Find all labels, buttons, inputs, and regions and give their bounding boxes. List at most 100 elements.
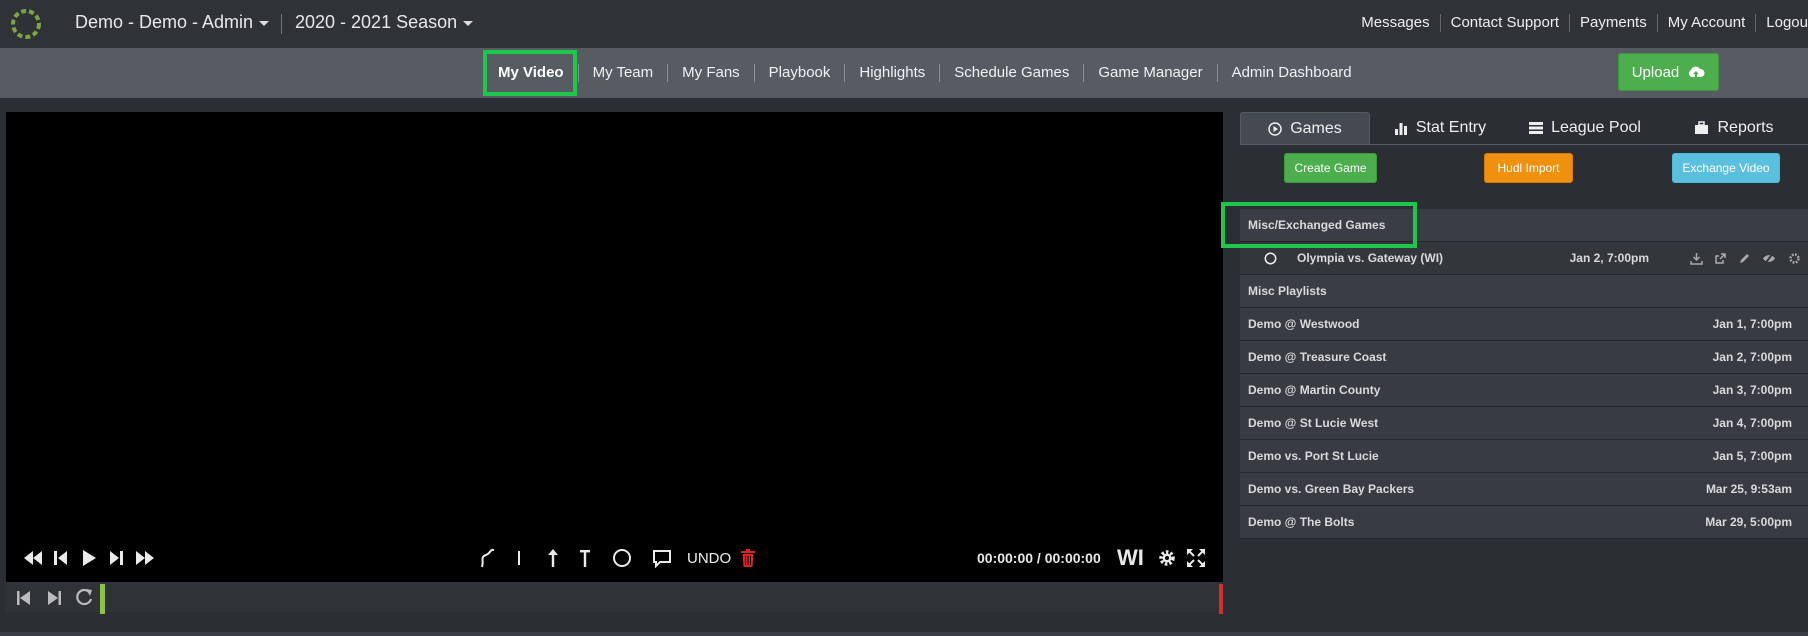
game-row[interactable]: Demo @ St Lucie West Jan 4, 7:00pm [1240, 407, 1808, 440]
nav-my-team[interactable]: My Team [579, 64, 669, 82]
list-icon [1529, 122, 1544, 134]
game-date: Jan 4, 7:00pm [1712, 416, 1792, 430]
tab-league-pool[interactable]: League Pool [1510, 112, 1660, 144]
nav-schedule-games[interactable]: Schedule Games [940, 64, 1085, 82]
arrow-up-icon [548, 549, 558, 567]
game-row[interactable]: Demo @ Westwood Jan 1, 7:00pm [1240, 308, 1808, 341]
game-row[interactable]: Demo @ Martin County Jan 3, 7:00pm [1240, 374, 1808, 407]
block-tool-button[interactable] [578, 538, 592, 578]
cloud-upload-icon [1689, 66, 1705, 77]
end-marker[interactable] [1219, 584, 1223, 614]
speech-bubble-icon [653, 550, 671, 568]
delete-drawing-button[interactable] [740, 538, 756, 578]
eye-slash-icon[interactable] [1762, 252, 1776, 265]
exchange-video-button[interactable]: Exchange Video [1672, 153, 1780, 183]
bar-chart-icon [1394, 123, 1407, 135]
briefcase-icon [1695, 121, 1709, 134]
line-tool-button[interactable] [516, 538, 522, 578]
undo-button[interactable]: UNDO [687, 538, 731, 578]
game-name: Demo @ The Bolts [1248, 515, 1355, 529]
freehand-draw-button[interactable] [478, 538, 498, 578]
freehand-icon [481, 548, 495, 568]
step-forward-button[interactable] [107, 538, 125, 578]
main-nav: My Video My Team My Fans Playbook Highli… [0, 48, 1808, 98]
timecode-display: 00:00:00 / 00:00:00 [977, 550, 1101, 566]
pencil-icon[interactable] [1738, 252, 1751, 265]
download-icon[interactable] [1690, 252, 1703, 265]
gear-icon [1159, 550, 1175, 566]
nav-playbook[interactable]: Playbook [755, 64, 846, 82]
gear-icon[interactable] [1788, 252, 1801, 265]
hudl-import-button[interactable]: Hudl Import [1484, 153, 1573, 183]
radio-circle-icon[interactable] [1264, 252, 1277, 265]
tab-stat-entry[interactable]: Stat Entry [1370, 112, 1510, 144]
skip-to-end-button[interactable] [46, 588, 62, 608]
game-date: Jan 3, 7:00pm [1712, 383, 1792, 397]
game-row[interactable]: Demo vs. Port St Lucie Jan 5, 7:00pm [1240, 440, 1808, 473]
player-controls: UNDO 00:00:00 / 00:00:00 WI [6, 538, 1223, 578]
game-name: Demo vs. Port St Lucie [1248, 449, 1379, 463]
play-icon [83, 550, 96, 566]
step-back-button[interactable] [52, 538, 70, 578]
link-logout[interactable]: Logou [1756, 14, 1808, 32]
game-row[interactable]: Demo @ The Bolts Mar 29, 5:00pm [1240, 506, 1808, 539]
rewind-button[interactable] [22, 538, 44, 578]
game-name: Olympia vs. Gateway (WI) [1297, 251, 1444, 265]
group-misc-playlists[interactable]: Misc Playlists [1240, 275, 1808, 308]
step-back-icon [54, 551, 67, 565]
tab-reports-label: Reports [1717, 119, 1774, 136]
nav-highlights[interactable]: Highlights [845, 64, 941, 82]
team-selector[interactable]: Demo - Demo - Admin [75, 12, 270, 33]
circle-tool-button[interactable] [612, 538, 632, 578]
tab-games[interactable]: Games [1240, 112, 1370, 144]
comment-tool-button[interactable] [652, 538, 672, 578]
state-label[interactable]: WI [1117, 538, 1144, 578]
create-game-button[interactable]: Create Game [1284, 153, 1377, 183]
app-logo[interactable] [8, 6, 44, 42]
bottom-divider [0, 632, 1808, 636]
game-row[interactable]: Demo vs. Green Bay Packers Mar 25, 9:53am [1240, 473, 1808, 506]
link-messages[interactable]: Messages [1351, 14, 1441, 32]
tab-divider [1240, 144, 1808, 145]
chevron-down-icon [259, 20, 270, 26]
game-date: Jan 1, 7:00pm [1712, 317, 1792, 331]
upload-button[interactable]: Upload [1618, 53, 1719, 91]
nav-admin-dashboard[interactable]: Admin Dashboard [1218, 64, 1366, 82]
fast-forward-button[interactable] [134, 538, 156, 578]
fullscreen-button[interactable] [1186, 538, 1206, 578]
play-circle-icon [1268, 121, 1282, 136]
season-selector[interactable]: 2020 - 2021 Season [295, 12, 474, 33]
t-block-icon [580, 550, 590, 567]
arrow-tool-button[interactable] [546, 538, 560, 578]
rewind-icon [24, 551, 42, 565]
trash-icon [741, 549, 755, 567]
game-date: Jan 2, 7:00pm [1712, 350, 1792, 364]
link-contact-support[interactable]: Contact Support [1441, 14, 1571, 32]
game-row[interactable]: Demo @ Treasure Coast Jan 2, 7:00pm [1240, 341, 1808, 374]
link-my-account[interactable]: My Account [1658, 14, 1757, 32]
game-date: Mar 29, 5:00pm [1705, 515, 1792, 529]
loop-button[interactable] [74, 586, 94, 608]
playhead-marker[interactable] [100, 584, 105, 614]
link-payments[interactable]: Payments [1570, 14, 1658, 32]
nav-my-fans[interactable]: My Fans [668, 64, 755, 82]
game-date: Jan 2, 7:00pm [1569, 251, 1649, 265]
nav-game-manager[interactable]: Game Manager [1084, 64, 1218, 82]
video-player[interactable] [6, 112, 1223, 582]
skip-to-start-button[interactable] [16, 588, 32, 608]
top-bar: Demo - Demo - Admin 2020 - 2021 Season M… [0, 0, 1808, 48]
share-icon[interactable] [1714, 252, 1727, 265]
settings-button[interactable] [1157, 538, 1177, 578]
game-name: Demo @ Westwood [1248, 317, 1360, 331]
games-list: Misc/Exchanged Games Olympia vs. Gateway… [1240, 209, 1808, 539]
refresh-icon [76, 588, 93, 606]
game-date: Jan 5, 7:00pm [1712, 449, 1792, 463]
game-name: Demo @ Martin County [1248, 383, 1381, 397]
highlight-box-my-video [483, 50, 577, 96]
timeline[interactable] [6, 582, 1223, 612]
game-name: Demo vs. Green Bay Packers [1248, 482, 1415, 496]
tab-reports[interactable]: Reports [1660, 112, 1808, 144]
group-label: Misc Playlists [1248, 284, 1327, 298]
skip-forward-icon [48, 591, 61, 605]
play-button[interactable] [80, 538, 98, 578]
